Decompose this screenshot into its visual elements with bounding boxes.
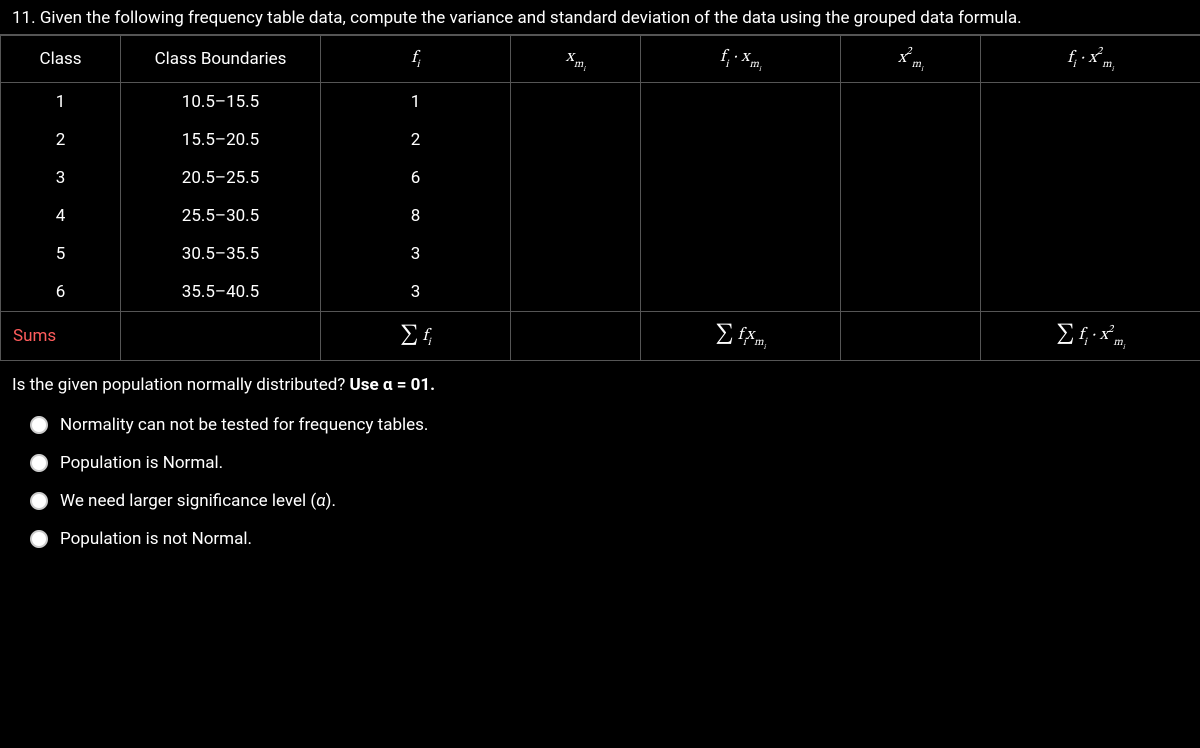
- cell-boundaries: 10.5–15.5: [121, 83, 320, 121]
- followup-prompt: Is the given population normally distrib…: [0, 361, 1200, 415]
- question-number: 11.: [12, 8, 36, 28]
- table-header-row: Class Class Boundaries fi xmi fi · xmi x…: [1, 36, 1200, 83]
- cell-xmi-empty: [511, 83, 641, 312]
- option-4[interactable]: Population is not Normal.: [30, 529, 1188, 549]
- cell-fi: 3: [321, 273, 510, 311]
- option-label: Population is Normal.: [60, 453, 223, 473]
- option-label: We need larger significance level (α).: [60, 491, 336, 511]
- sums-fixmi2: ∑ fi · x2mi: [981, 312, 1200, 361]
- sums-row: Sums ∑ fi ∑ fixmi ∑ fi · x2mi: [1, 312, 1200, 361]
- sums-boundaries-empty: [121, 312, 321, 361]
- header-xmi: xmi: [511, 36, 641, 83]
- data-rows-block: 1 2 3 4 5 6 10.5–15.5 15.5–20.5 20.5–25.…: [1, 83, 1200, 312]
- question-text: Given the following frequency table data…: [40, 8, 1022, 28]
- header-boundaries: Class Boundaries: [121, 36, 321, 83]
- options-group: Normality can not be tested for frequenc…: [0, 415, 1200, 561]
- cell-boundaries: 30.5–35.5: [121, 235, 320, 273]
- cell-boundaries: 35.5–40.5: [121, 273, 320, 311]
- cell-boundaries: 20.5–25.5: [121, 159, 320, 197]
- cell-class: 5: [1, 235, 120, 273]
- question-prompt: 11. Given the following frequency table …: [0, 0, 1200, 35]
- radio-icon: [30, 492, 48, 510]
- option-3[interactable]: We need larger significance level (α).: [30, 491, 1188, 511]
- cell-boundaries: 25.5–30.5: [121, 197, 320, 235]
- radio-icon: [30, 416, 48, 434]
- sums-xmi2-empty: [841, 312, 981, 361]
- cell-fi: 6: [321, 159, 510, 197]
- frequency-table: Class Class Boundaries fi xmi fi · xmi x…: [0, 35, 1200, 361]
- radio-icon: [30, 530, 48, 548]
- option-1[interactable]: Normality can not be tested for frequenc…: [30, 415, 1188, 435]
- sums-fi: ∑ fi: [321, 312, 511, 361]
- cell-class: 6: [1, 273, 120, 311]
- cell-xmi2-empty: [841, 83, 981, 312]
- option-2[interactable]: Population is Normal.: [30, 453, 1188, 473]
- header-fi-xmi2: fi · x2mi: [981, 36, 1200, 83]
- cell-fi: 2: [321, 121, 510, 159]
- sums-xmi-empty: [511, 312, 641, 361]
- cell-class: 3: [1, 159, 120, 197]
- header-class: Class: [1, 36, 121, 83]
- cell-fi: 8: [321, 197, 510, 235]
- cell-class: 2: [1, 121, 120, 159]
- option-label: Population is not Normal.: [60, 529, 252, 549]
- cell-boundaries: 15.5–20.5: [121, 121, 320, 159]
- header-xmi2: x2mi: [841, 36, 981, 83]
- sums-label: Sums: [1, 312, 121, 361]
- sums-fixmi: ∑ fixmi: [641, 312, 841, 361]
- header-fi: fi: [321, 36, 511, 83]
- cell-fixmi2-empty: [981, 83, 1200, 312]
- cell-class: 4: [1, 197, 120, 235]
- option-label: Normality can not be tested for frequenc…: [60, 415, 428, 435]
- cell-fi: 1: [321, 83, 510, 121]
- radio-icon: [30, 454, 48, 472]
- header-fi-xmi: fi · xmi: [641, 36, 841, 83]
- cell-fi: 3: [321, 235, 510, 273]
- cell-fixmi-empty: [641, 83, 841, 312]
- followup-text: Is the given population normally distrib…: [12, 375, 350, 395]
- cell-class: 1: [1, 83, 120, 121]
- followup-bold: Use α = 01.: [350, 375, 436, 395]
